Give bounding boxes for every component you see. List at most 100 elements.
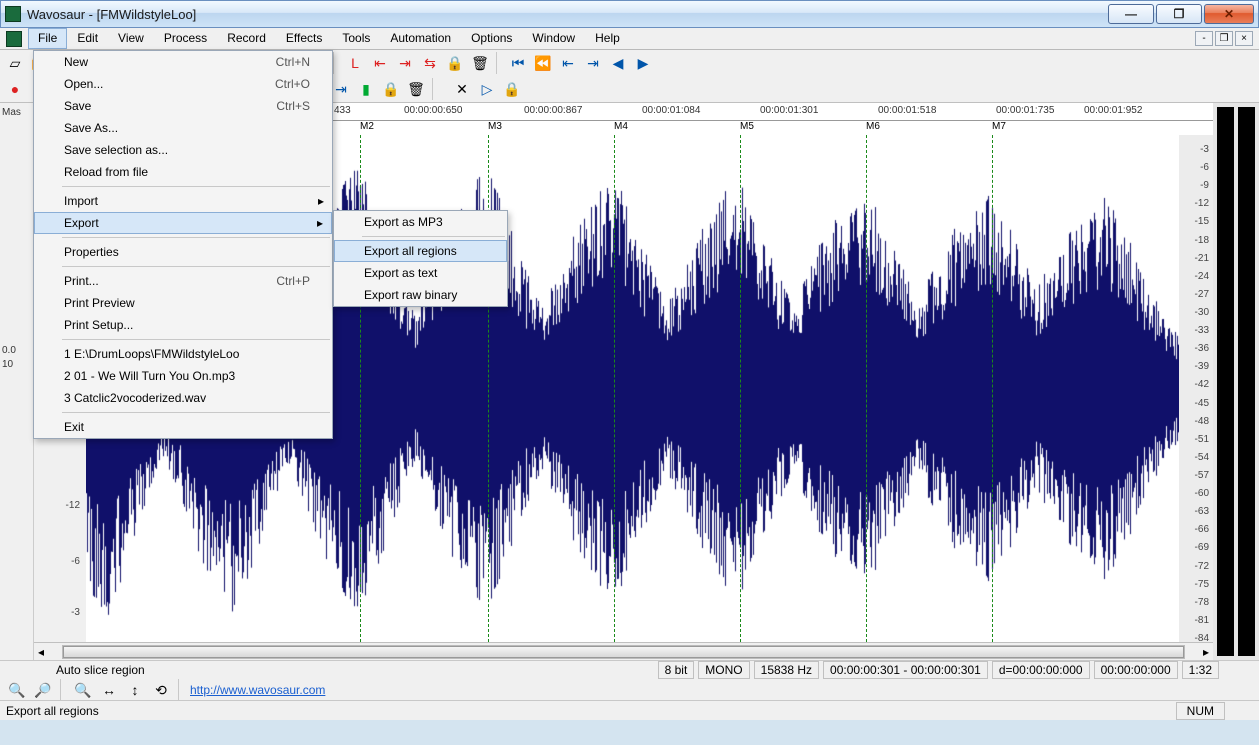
- play-outline-icon[interactable]: ▷: [476, 78, 498, 100]
- marker-prev-icon[interactable]: ⇤: [557, 52, 579, 74]
- file-menu-item[interactable]: Save selection as...: [34, 139, 332, 161]
- menu-record[interactable]: Record: [217, 28, 276, 49]
- level-meter: [1213, 103, 1259, 660]
- db-tick: -21: [1195, 253, 1209, 264]
- menu-file[interactable]: File: [28, 28, 67, 49]
- menu-view[interactable]: View: [108, 28, 154, 49]
- marker-label[interactable]: M7: [992, 121, 1006, 132]
- file-menu-item[interactable]: 2 01 - We Will Turn You On.mp3: [34, 365, 332, 387]
- prev-icon[interactable]: ⏪: [532, 52, 554, 74]
- export-menu-item[interactable]: Export as text: [334, 262, 507, 284]
- marker-next-icon[interactable]: ⇥: [582, 52, 604, 74]
- zoom-hfit-icon[interactable]: ↔: [98, 679, 120, 701]
- lock2-icon[interactable]: 🔒: [380, 78, 402, 100]
- marker-line[interactable]: [740, 135, 741, 642]
- db-tick: -39: [1195, 361, 1209, 372]
- horizontal-scrollbar[interactable]: ◂ ▸: [34, 642, 1213, 660]
- db-tick: -63: [1195, 506, 1209, 517]
- file-menu-item[interactable]: Print Preview: [34, 292, 332, 314]
- file-menu-item[interactable]: Import▸: [34, 190, 332, 212]
- db-tick: -18: [1195, 235, 1209, 246]
- marker-label[interactable]: M4: [614, 121, 628, 132]
- trash2-icon[interactable]: 🗑: [405, 78, 427, 100]
- marker-line[interactable]: [992, 135, 993, 642]
- file-menu-item[interactable]: SaveCtrl+S: [34, 95, 332, 117]
- export-menu-item[interactable]: Export all regions: [334, 240, 507, 262]
- play-icon[interactable]: ▶: [632, 52, 654, 74]
- master-value-0: 0.0: [2, 345, 16, 356]
- zoom-sel-icon[interactable]: 🔍: [72, 679, 94, 701]
- file-menu-item[interactable]: 1 E:\DrumLoops\FMWildstyleLoo: [34, 343, 332, 365]
- skip-start-icon[interactable]: ⏮: [507, 52, 529, 74]
- file-menu-item[interactable]: Print...Ctrl+P: [34, 270, 332, 292]
- file-menu-item[interactable]: Export▸: [34, 212, 332, 234]
- menu-window[interactable]: Window: [522, 28, 585, 49]
- marker-label[interactable]: M2: [360, 121, 374, 132]
- record-icon[interactable]: ●: [4, 78, 26, 100]
- new-file-icon[interactable]: ▱: [4, 52, 26, 74]
- marker-set-icon[interactable]: ▮: [355, 78, 377, 100]
- loop-right-icon[interactable]: ⇥: [394, 52, 416, 74]
- close-doc-icon[interactable]: ✕: [451, 78, 473, 100]
- file-menu-item[interactable]: Reload from file: [34, 161, 332, 183]
- mdi-close-button[interactable]: ×: [1235, 31, 1253, 46]
- file-menu-item[interactable]: Open...Ctrl+O: [34, 73, 332, 95]
- zoom-reset-icon[interactable]: ⟲: [150, 679, 172, 701]
- maximize-button[interactable]: ❐: [1156, 4, 1202, 24]
- menu-help[interactable]: Help: [585, 28, 630, 49]
- export-menu-item[interactable]: Export raw binary: [334, 284, 507, 306]
- status-bits: 8 bit: [658, 661, 695, 679]
- db-tick: -36: [1195, 343, 1209, 354]
- menu-options[interactable]: Options: [461, 28, 522, 49]
- db-tick: -12: [1195, 198, 1209, 209]
- menu-process[interactable]: Process: [154, 28, 217, 49]
- lock3-icon[interactable]: 🔒: [501, 78, 523, 100]
- file-menu-item[interactable]: Print Setup...: [34, 314, 332, 336]
- time-tick: 00:00:01:952: [1084, 105, 1142, 116]
- zoom-in-icon[interactable]: 🔍: [6, 679, 28, 701]
- status-zoom: 1:32: [1182, 661, 1219, 679]
- export-submenu-dropdown[interactable]: Export as MP3 Export all regionsExport as…: [333, 210, 508, 307]
- marker-label[interactable]: M5: [740, 121, 754, 132]
- db-tick: -54: [1195, 452, 1209, 463]
- website-link[interactable]: http://www.wavosaur.com: [190, 683, 325, 697]
- menu-tools[interactable]: Tools: [332, 28, 380, 49]
- db-tick: -45: [1195, 398, 1209, 409]
- marker-right-icon[interactable]: ⇥: [330, 78, 352, 100]
- menu-edit[interactable]: Edit: [67, 28, 108, 49]
- menu-automation[interactable]: Automation: [380, 28, 461, 49]
- mdi-minimize-button[interactable]: -: [1195, 31, 1213, 46]
- time-tick: 00:00:01:735: [996, 105, 1054, 116]
- db-tick: -9: [1200, 180, 1209, 191]
- mdi-restore-button[interactable]: ❐: [1215, 31, 1233, 46]
- file-menu-dropdown[interactable]: NewCtrl+NOpen...Ctrl+OSaveCtrl+SSave As.…: [33, 50, 333, 439]
- time-tick: 00:00:01:518: [878, 105, 936, 116]
- loop-both-icon[interactable]: ⇆: [419, 52, 441, 74]
- trash-icon[interactable]: 🗑: [469, 52, 491, 74]
- loop-start-icon[interactable]: L: [344, 52, 366, 74]
- status-channels: MONO: [698, 661, 749, 679]
- marker-line[interactable]: [866, 135, 867, 642]
- file-menu-item[interactable]: Exit: [34, 416, 332, 438]
- minimize-button[interactable]: —: [1108, 4, 1154, 24]
- zoom-vfit-icon[interactable]: ↕: [124, 679, 146, 701]
- loop-left-icon[interactable]: ⇤: [369, 52, 391, 74]
- rewind-icon[interactable]: ◀: [607, 52, 629, 74]
- marker-label[interactable]: M3: [488, 121, 502, 132]
- zoom-out-icon[interactable]: 🔎: [32, 679, 54, 701]
- time-tick: 433: [334, 105, 351, 116]
- export-menu-item[interactable]: Export as MP3: [334, 211, 507, 233]
- marker-line[interactable]: [614, 135, 615, 642]
- file-menu-item[interactable]: Properties: [34, 241, 332, 263]
- time-tick: 00:00:01:084: [642, 105, 700, 116]
- file-menu-item[interactable]: 3 Catclic2vocoderized.wav: [34, 387, 332, 409]
- file-menu-item[interactable]: Save As...: [34, 117, 332, 139]
- status-num: NUM: [1176, 702, 1225, 720]
- lock-icon[interactable]: 🔒: [444, 52, 466, 74]
- close-button[interactable]: ✕: [1204, 4, 1254, 24]
- db-tick: -30: [1195, 307, 1209, 318]
- db-tick: -66: [1195, 524, 1209, 535]
- file-menu-item[interactable]: NewCtrl+N: [34, 51, 332, 73]
- menu-effects[interactable]: Effects: [276, 28, 332, 49]
- marker-label[interactable]: M6: [866, 121, 880, 132]
